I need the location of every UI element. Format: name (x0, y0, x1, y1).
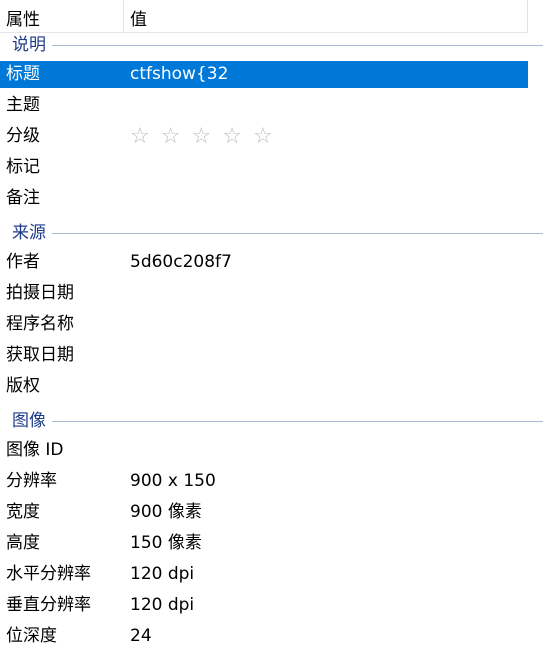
row-value[interactable]: 900 x 150 (130, 468, 216, 495)
group-divider (52, 421, 543, 422)
row-bit-depth[interactable]: 位深度 24 (0, 623, 528, 650)
row-height[interactable]: 高度 150 像素 (0, 530, 528, 557)
row-vertical-resolution[interactable]: 垂直分辨率 120 dpi (0, 592, 528, 619)
row-key: 位深度 (6, 626, 57, 646)
column-value[interactable]: 值 (130, 5, 147, 30)
star-icon[interactable]: ☆ (191, 123, 213, 150)
row-date-acquired[interactable]: 获取日期 (0, 342, 528, 369)
row-value[interactable]: 120 dpi (130, 592, 194, 619)
row-image-id[interactable]: 图像 ID (0, 437, 528, 464)
star-icon[interactable]: ☆ (161, 123, 183, 150)
group-title: 来源 (12, 223, 46, 243)
group-title: 说明 (12, 35, 46, 55)
column-property[interactable]: 属性 (6, 5, 40, 30)
group-title: 图像 (12, 411, 46, 431)
row-key: 备注 (6, 188, 40, 208)
row-key: 高度 (6, 533, 40, 553)
rating-stars[interactable]: ☆ ☆ ☆ ☆ ☆ (130, 123, 275, 150)
row-program-name[interactable]: 程序名称 (0, 311, 528, 338)
column-divider-end[interactable] (527, 0, 528, 32)
row-key: 垂直分辨率 (6, 595, 91, 615)
group-description: 说明 (0, 34, 553, 56)
group-image: 图像 (0, 410, 553, 432)
row-key: 标题 (6, 64, 40, 84)
column-divider[interactable] (123, 0, 124, 32)
star-icon[interactable]: ☆ (130, 123, 152, 150)
row-value[interactable]: ctfshow{32 (130, 61, 228, 88)
row-key: 版权 (6, 376, 40, 396)
row-value[interactable]: 150 像素 (130, 530, 202, 557)
row-author[interactable]: 作者 5d60c208f7 (0, 249, 528, 276)
row-key: 拍摄日期 (6, 283, 74, 303)
row-key: 作者 (6, 252, 40, 272)
row-key: 获取日期 (6, 345, 74, 365)
row-date-taken[interactable]: 拍摄日期 (0, 280, 528, 307)
row-key: 分辨率 (6, 471, 57, 491)
row-subject[interactable]: 主题 (0, 92, 528, 119)
row-width[interactable]: 宽度 900 像素 (0, 499, 528, 526)
row-rating[interactable]: 分级 ☆ ☆ ☆ ☆ ☆ (0, 123, 528, 150)
row-key: 程序名称 (6, 314, 74, 334)
row-copyright[interactable]: 版权 (0, 373, 528, 400)
row-tags[interactable]: 标记 (0, 154, 528, 181)
row-value[interactable]: 120 dpi (130, 561, 194, 588)
row-value[interactable]: 5d60c208f7 (130, 249, 232, 276)
row-key: 水平分辨率 (6, 564, 91, 584)
row-key: 分级 (6, 126, 40, 146)
row-horizontal-resolution[interactable]: 水平分辨率 120 dpi (0, 561, 528, 588)
row-comments[interactable]: 备注 (0, 185, 528, 212)
row-key: 宽度 (6, 502, 40, 522)
row-key: 图像 ID (6, 440, 64, 460)
group-divider (52, 45, 543, 46)
group-origin: 来源 (0, 222, 553, 244)
row-dimensions[interactable]: 分辨率 900 x 150 (0, 468, 528, 495)
group-divider (52, 233, 543, 234)
star-icon[interactable]: ☆ (253, 123, 275, 150)
row-title[interactable]: 标题 ctfshow{32 (0, 61, 528, 88)
row-key: 标记 (6, 157, 40, 177)
column-header: 属性 值 (0, 0, 528, 33)
row-value[interactable]: 900 像素 (130, 499, 202, 526)
star-icon[interactable]: ☆ (222, 123, 244, 150)
row-key: 主题 (6, 95, 40, 115)
row-value[interactable]: 24 (130, 623, 152, 650)
